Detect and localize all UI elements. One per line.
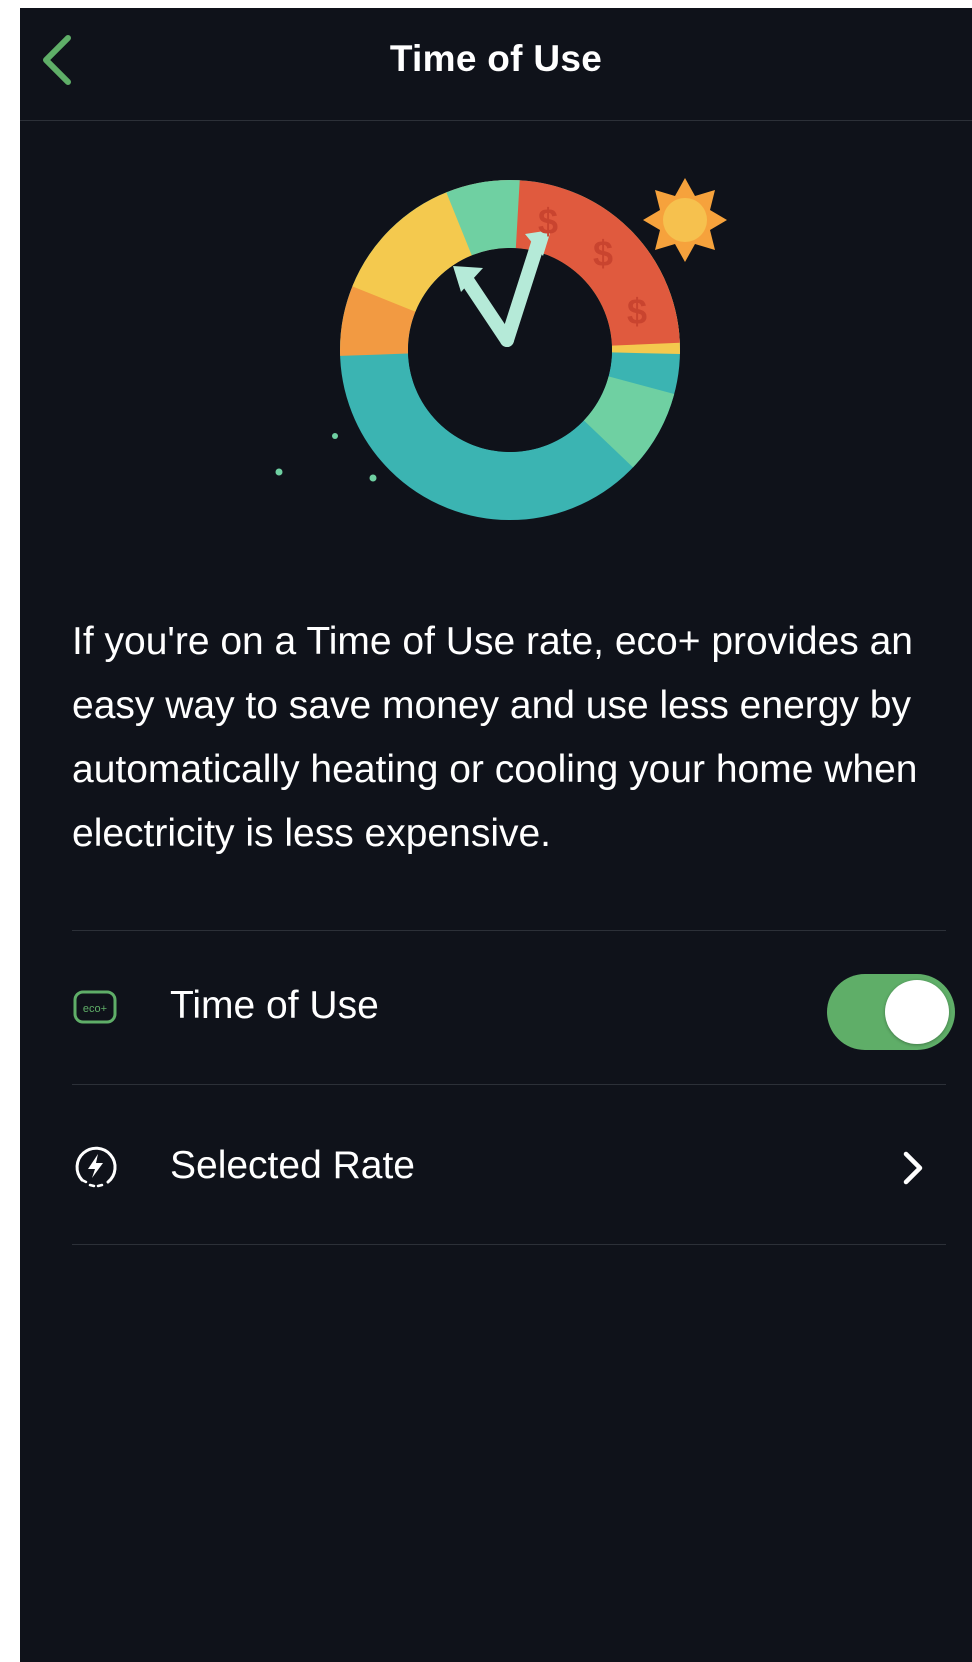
time-of-use-toggle[interactable]: [827, 974, 955, 1050]
selected-rate-label: Selected Rate: [170, 1144, 415, 1187]
page-title: Time of Use: [389, 38, 603, 79]
time-of-use-illustration: $ $ $: [255, 168, 775, 568]
divider: [72, 930, 946, 931]
time-of-use-description: If you're on a Time of Use rate, eco+ pr…: [72, 620, 918, 855]
clock-icon: [339, 179, 680, 521]
time-of-use-label: Time of Use: [170, 984, 379, 1027]
time-of-use-row: eco+ Time of Use: [72, 952, 955, 1062]
eco-plus-icon: eco+: [72, 982, 120, 1030]
time-of-use-screen: Time of Use $ $ $ If you're on a Time of…: [20, 8, 972, 1662]
divider: [72, 1084, 946, 1085]
svg-text:$: $: [538, 201, 558, 242]
svg-text:eco+: eco+: [83, 1003, 107, 1015]
selected-rate-row[interactable]: Selected Rate: [72, 1112, 952, 1222]
divider: [72, 1244, 946, 1245]
navigation-bar: Time of Use: [20, 8, 972, 121]
sun-icon: [643, 178, 727, 262]
chevron-right-icon: [898, 1148, 928, 1188]
svg-text:$: $: [627, 291, 647, 332]
rate-bolt-icon: [72, 1142, 120, 1190]
svg-text:$: $: [593, 233, 613, 274]
toggle-knob: [885, 980, 949, 1044]
